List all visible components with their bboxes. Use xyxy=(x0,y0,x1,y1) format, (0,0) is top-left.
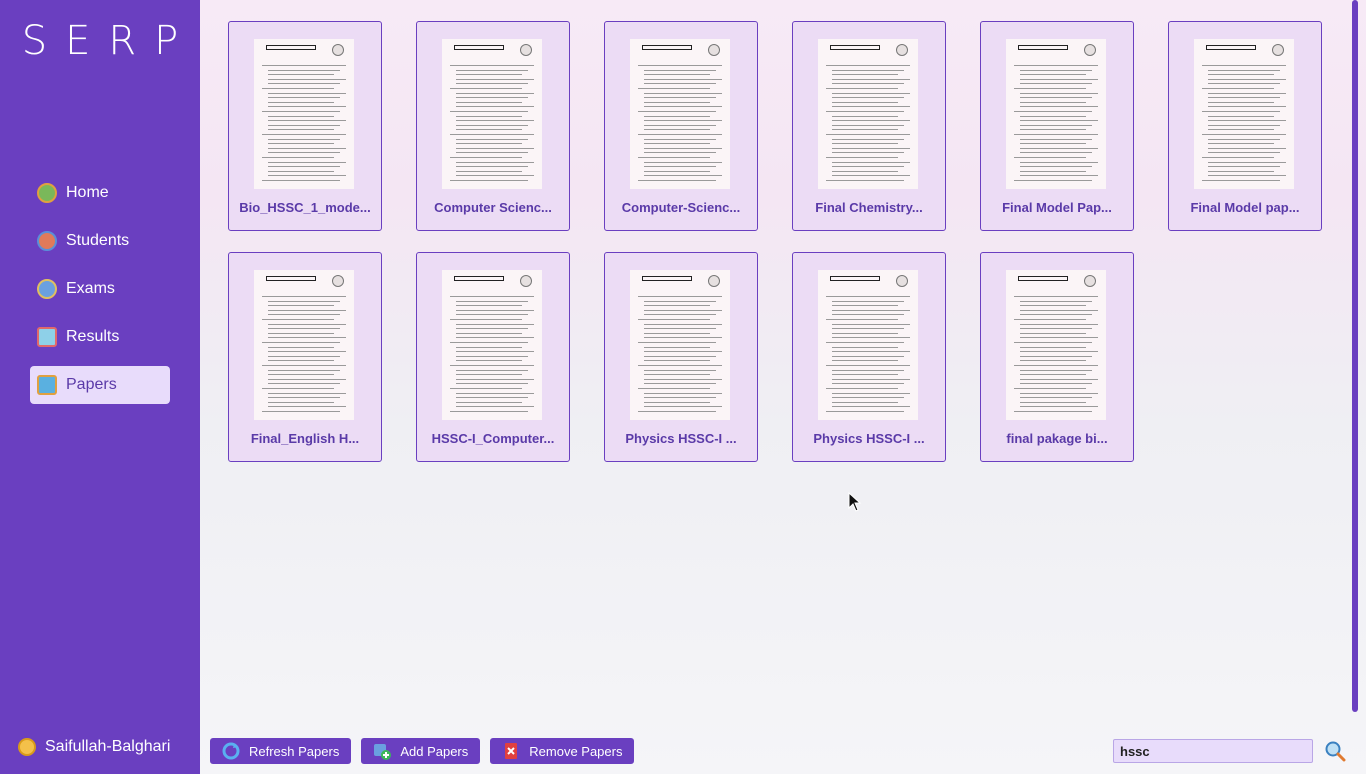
paper-card[interactable]: Bio_HSSC_1_mode... xyxy=(228,21,382,231)
exams-icon xyxy=(37,279,57,299)
papers-icon xyxy=(37,375,57,395)
paper-card[interactable]: HSSC-I_Computer... xyxy=(416,252,570,462)
paper-card-label: Final Model pap... xyxy=(1190,200,1300,215)
add-papers-button[interactable]: Add Papers xyxy=(361,738,481,764)
refresh-papers-label: Refresh Papers xyxy=(249,743,340,759)
search-input[interactable] xyxy=(1113,739,1313,763)
remove-papers-label: Remove Papers xyxy=(529,743,623,759)
paper-thumbnail xyxy=(630,270,730,420)
paper-thumbnail xyxy=(1006,270,1106,420)
sidebar-item-papers[interactable]: Papers xyxy=(30,366,170,404)
sidebar-item-results[interactable]: Results xyxy=(30,318,170,356)
paper-card[interactable]: Computer Scienc... xyxy=(416,21,570,231)
paper-thumbnail xyxy=(442,39,542,189)
refresh-papers-button[interactable]: Refresh Papers xyxy=(210,738,352,764)
paper-card-label: final pakage bi... xyxy=(1006,431,1108,446)
paper-thumbnail xyxy=(818,39,918,189)
papers-panel: Bio_HSSC_1_mode... Computer Scienc... Comp… xyxy=(200,0,1366,774)
paper-thumbnail xyxy=(630,39,730,189)
paper-thumbnail xyxy=(1194,39,1294,189)
paper-card-label: HSSC-I_Computer... xyxy=(431,431,555,446)
paper-card-label: Computer-Scienc... xyxy=(621,200,741,215)
sidebar: SERP Home Students Exams Results Papers … xyxy=(0,0,200,774)
paper-card[interactable]: Final Model pap... xyxy=(1168,21,1322,231)
paper-thumbnail xyxy=(818,270,918,420)
sidebar-item-label: Results xyxy=(66,328,120,345)
sidebar-item-label: Exams xyxy=(66,280,115,297)
app-logo: SERP xyxy=(21,18,197,64)
paper-card-label: Physics HSSC-I ... xyxy=(625,431,737,446)
paper-card-label: Final Chemistry... xyxy=(815,200,923,215)
refresh-icon xyxy=(222,742,240,760)
paper-card[interactable]: Physics HSSC-I ... xyxy=(604,252,758,462)
paper-thumbnail xyxy=(254,39,354,189)
results-icon xyxy=(37,327,57,347)
paper-card[interactable]: final pakage bi... xyxy=(980,252,1134,462)
search-icon[interactable] xyxy=(1324,740,1346,762)
paper-card[interactable]: Physics HSSC-I ... xyxy=(792,252,946,462)
user-name: Saifullah-Balghari xyxy=(45,738,171,755)
user-icon xyxy=(18,738,36,756)
paper-thumbnail xyxy=(254,270,354,420)
paper-card-label: Computer Scienc... xyxy=(434,200,552,215)
add-papers-icon xyxy=(373,742,392,760)
remove-papers-icon xyxy=(502,742,520,760)
paper-card[interactable]: Computer-Scienc... xyxy=(604,21,758,231)
paper-thumbnail xyxy=(1006,39,1106,189)
paper-card-label: Bio_HSSC_1_mode... xyxy=(239,200,371,215)
paper-card[interactable]: Final Model Pap... xyxy=(980,21,1134,231)
add-papers-label: Add Papers xyxy=(400,743,469,759)
paper-card[interactable]: Final_English H... xyxy=(228,252,382,462)
paper-card-label: Final Model Pap... xyxy=(1002,200,1112,215)
paper-card-label: Final_English H... xyxy=(250,431,360,446)
sidebar-nav: Home Students Exams Results Papers xyxy=(30,174,170,414)
students-icon xyxy=(37,231,57,251)
sidebar-item-students[interactable]: Students xyxy=(30,222,170,260)
toolbar: Refresh Papers Add Papers Remove Papers xyxy=(210,738,644,764)
home-icon xyxy=(37,183,57,203)
remove-papers-button[interactable]: Remove Papers xyxy=(490,738,635,764)
paper-card[interactable]: Final Chemistry... xyxy=(792,21,946,231)
sidebar-item-exams[interactable]: Exams xyxy=(30,270,170,308)
paper-card-label: Physics HSSC-I ... xyxy=(813,431,925,446)
sidebar-item-label: Papers xyxy=(66,376,117,393)
sidebar-item-label: Home xyxy=(66,184,109,201)
sidebar-item-label: Students xyxy=(66,232,130,249)
vertical-scrollbar[interactable] xyxy=(1352,0,1358,712)
paper-thumbnail xyxy=(442,270,542,420)
sidebar-item-home[interactable]: Home xyxy=(30,174,170,212)
user-profile[interactable]: Saifullah-Balghari xyxy=(18,738,170,756)
mouse-cursor-icon xyxy=(848,492,862,512)
